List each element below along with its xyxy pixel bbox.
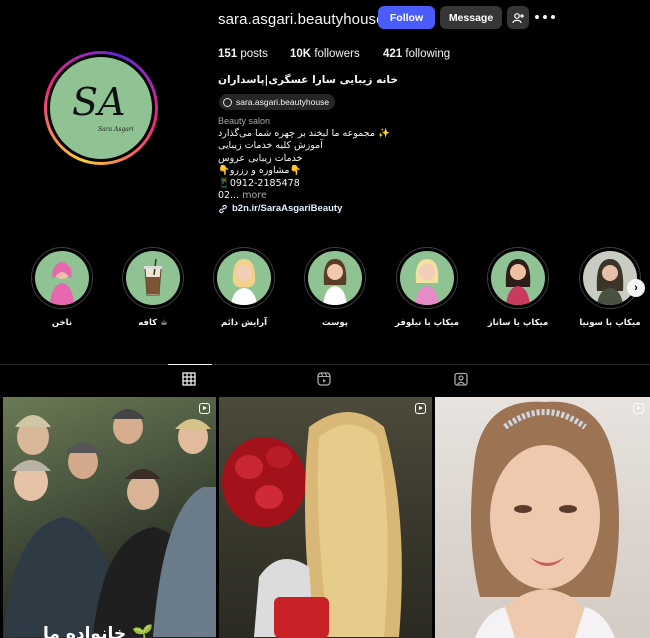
highlight-label: کافه ☕ [138,318,168,328]
highlight-ring [31,247,93,309]
highlight-ring [396,247,458,309]
group-photo-image [3,409,216,637]
tab-divider [0,364,650,365]
profile-avatar[interactable]: SA Sara Asgari [44,51,158,165]
reel-badge-icon [415,403,426,414]
bio-truncated: 02... [218,190,240,202]
skin-avatar-icon [308,251,362,305]
active-tab-indicator [168,364,212,365]
followers-count: 10K [290,48,312,60]
highlight-label: ناخن [51,318,73,328]
posts-label: posts [240,48,268,60]
tab-reels[interactable] [317,372,333,388]
following-label: following [405,48,451,60]
highlight-ring [122,247,184,309]
highlight-ring [304,247,366,309]
highlight-item[interactable]: ناخن [30,247,94,328]
highlight-item[interactable]: آرایش دائم [212,247,276,328]
highlight-item[interactable]: پوست [303,247,367,328]
following-stat[interactable]: 421 following [383,48,450,60]
reels-icon [317,372,331,386]
post-caption: خانواده ما 🌱 [43,624,154,638]
avatar-gap: SA Sara Asgari [47,54,155,162]
bio-line: مجموعه ما لبخند بر چهره شما می‌گذارد ✨ [218,128,390,139]
bio-line: 👇مشاوره و رزرو👇 [218,165,302,177]
chevron-right-icon: › [634,282,638,294]
profile-link-text: b2n.ir/SaraAsgariBeauty [232,203,343,214]
sa-logo-icon: SA Sara Asgari [72,80,134,133]
highlight-ring [579,247,641,309]
permanent-makeup-avatar-icon [217,251,271,305]
hair-photo-image [222,412,402,638]
profile-link[interactable]: b2n.ir/SaraAsgariBeauty [218,203,342,214]
threads-badge[interactable]: sara.asgari.beautyhouse [219,94,336,110]
profile-category: Beauty salon [218,116,271,126]
bio-line: 📱0912-2185478 [218,177,300,189]
threads-handle: sara.asgari.beautyhouse [236,97,330,107]
follow-button[interactable]: Follow [378,6,435,29]
profile-username: sara.asgari.beautyhouse [218,11,385,28]
bio-more-link[interactable]: more [242,190,267,201]
bio-line: خدمات زیبایی عروس [218,152,303,164]
followers-stat[interactable]: 10K followers [290,48,360,60]
makeup-sonia-avatar-icon [583,251,637,305]
options-more-icon[interactable] [535,10,555,24]
message-button[interactable]: Message [440,6,502,29]
suggested-accounts-button[interactable] [507,6,529,29]
posts-count: 151 [218,48,238,60]
highlight-ring [487,247,549,309]
makeup-sanaz-avatar-icon [491,251,545,305]
avatar-signature: Sara Asgari [98,126,134,133]
highlight-item[interactable]: میکاپ با نیلوفر [395,247,459,328]
tab-posts[interactable] [182,372,198,388]
highlight-item[interactable]: میکاپ با ساناز [486,247,550,328]
add-person-icon [512,12,524,23]
post-thumbnail[interactable] [435,397,650,638]
highlight-item[interactable]: کافه ☕ [121,247,185,328]
highlight-label: آرایش دائم [220,318,268,328]
highlight-label: میکاپ با سونیا [579,318,641,328]
coffee-cup-icon [126,251,180,305]
following-count: 421 [383,48,403,60]
posts-stat: 151 posts [218,48,268,60]
profile-bio: مجموعه ما لبخند بر چهره شما می‌گذارد ✨ آ… [218,128,390,202]
avatar-initials: SA [72,80,125,124]
nail-avatar-icon [35,251,89,305]
link-icon [219,204,227,213]
threads-icon [223,97,232,107]
profile-full-name: خانه زیبایی سارا عسگری|پاسداران [218,74,398,86]
highlight-ring [213,247,275,309]
post-thumbnail[interactable]: خانواده ما 🌱 [3,397,216,638]
post-thumbnail[interactable] [219,397,432,638]
bio-line: آموزش کلیه خدمات زیبایی [218,140,323,152]
bio-truncated-line: 02... more [218,190,390,202]
tagged-icon [454,372,468,386]
reel-badge-icon [199,403,210,414]
tab-tagged[interactable] [454,372,470,388]
bridal-makeup-photo-image [471,401,619,638]
followers-label: followers [314,48,360,60]
highlight-item[interactable]: میکاپ با سونیا [578,247,642,328]
highlights-next-button[interactable]: › [627,279,645,297]
avatar-logo: SA Sara Asgari [50,57,152,159]
makeup-niloufar-avatar-icon [400,251,454,305]
reel-badge-icon [633,403,644,414]
highlight-label: پوست [322,318,348,328]
highlight-label: میکاپ با نیلوفر [394,318,460,328]
highlight-label: میکاپ با ساناز [487,318,549,328]
grid-icon [182,372,196,386]
